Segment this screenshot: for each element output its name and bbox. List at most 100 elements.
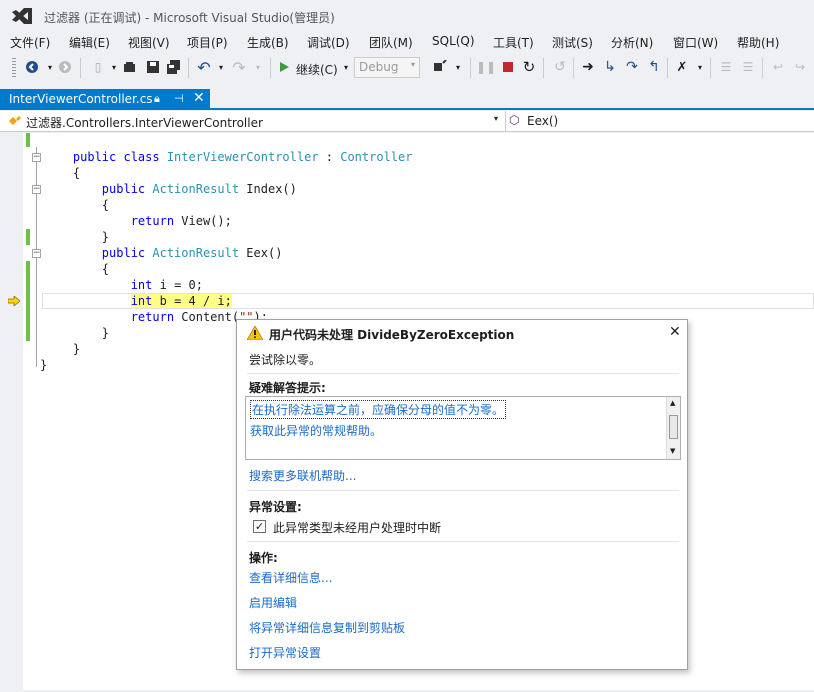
save-all-icon[interactable] (166, 59, 182, 75)
code-line: { (101, 262, 110, 276)
class-icon (9, 116, 21, 125)
visual-studio-window: 过滤器 (正在调试) - Microsoft Visual Studio(管理员… (0, 0, 814, 692)
stop-debugging-icon[interactable] (500, 59, 516, 75)
scroll-thumb[interactable] (669, 415, 678, 439)
menu-analyze[interactable]: 分析(N) (611, 34, 653, 51)
restart-icon[interactable]: ↻ (521, 58, 537, 76)
toolbar-separator (188, 58, 189, 78)
tips-scrollbar[interactable]: ▲ ▼ (666, 397, 680, 459)
current-statement-line: int b = 4 / i; (44, 293, 232, 309)
solution-configuration-value: Debug (359, 60, 399, 74)
navigate-forward-icon[interactable] (57, 59, 73, 75)
code-line: { (72, 166, 81, 180)
current-statement-highlight: int b = 4 / i; (130, 294, 232, 308)
menu-team[interactable]: 团队(M) (369, 34, 413, 51)
back-dropdown-chevron-icon[interactable]: ▾ (42, 59, 58, 75)
step-into-icon[interactable]: ↳ (602, 59, 618, 75)
debug-toolbar: ▾ ❚❚ ↻ ↺ ➜ ↳ ↷ ↰ ✗ ▾ ☰ ☰ ↩ ↪ (420, 54, 814, 82)
member-combo[interactable]: ⬡ Eex() (507, 111, 814, 132)
refresh-icon[interactable]: ↺ (552, 59, 568, 75)
step-out-icon[interactable]: ↰ (646, 59, 662, 75)
align-right-icon[interactable]: ☰ (740, 59, 756, 75)
align-left-icon[interactable]: ☰ (718, 59, 734, 75)
navigate-back-icon[interactable] (24, 59, 40, 75)
toolbar-grip[interactable] (12, 58, 16, 78)
divider (247, 373, 679, 374)
indicator-margin[interactable] (0, 133, 23, 690)
new-project-icon[interactable]: ▯ (90, 59, 106, 75)
menu-build[interactable]: 生成(B) (247, 34, 289, 51)
troubleshooting-tips-list[interactable]: 在执行除法运算之前，应确保分母的值不为零。 获取此异常的常规帮助。 ▲ ▼ (245, 396, 681, 460)
change-marker (26, 261, 30, 341)
menu-edit[interactable]: 编辑(E) (69, 34, 110, 51)
step-over-icon[interactable]: ↷ (624, 59, 640, 75)
undo-dropdown-icon[interactable]: ▾ (213, 59, 229, 75)
menu-project[interactable]: 项目(P) (187, 34, 228, 51)
tip-link-general-help[interactable]: 获取此异常的常规帮助。 (250, 422, 382, 439)
save-icon[interactable] (145, 59, 161, 75)
title-bar: 过滤器 (正在调试) - Microsoft Visual Studio(管理员… (0, 0, 814, 32)
continue-button[interactable]: 继续(C) (296, 61, 338, 78)
search-online-help-link[interactable]: 搜索更多联机帮助... (249, 467, 356, 484)
tab-interviewercontroller[interactable]: InterViewerController.cs 🔒︎ ⊣ ✕ (0, 89, 210, 110)
collapse-eex-icon[interactable]: − (32, 249, 41, 258)
scroll-up-icon[interactable]: ▲ (670, 399, 675, 407)
warning-icon (247, 326, 263, 340)
type-scope-chevron-down-icon: ▾ (494, 114, 499, 123)
comment-icon[interactable]: ↩ (770, 59, 786, 75)
code-line: public ActionResult Index() (101, 182, 297, 196)
collapse-index-icon[interactable]: − (32, 185, 41, 194)
type-scope-combo[interactable]: 过滤器.Controllers.InterViewerController ▾ (2, 111, 506, 132)
break-all-pause-icon[interactable]: ❚❚ (476, 59, 496, 75)
menu-help[interactable]: 帮助(H) (737, 34, 779, 51)
enable-editing-link[interactable]: 启用编辑 (249, 594, 297, 611)
member-value: Eex() (527, 114, 559, 128)
code-line: return Content(""); (130, 310, 268, 324)
open-exception-settings-link[interactable]: 打开异常设置 (249, 644, 321, 661)
toolbar-separator (710, 58, 711, 78)
exception-assistant: 用户代码未处理 DivideByZeroException ✕ 尝试除以零。 疑… (236, 319, 688, 670)
code-line: return View(); (130, 214, 232, 228)
actions-heading: 操作: (249, 551, 278, 565)
break-on-exception-label: 此异常类型未经用户处理时中断 (273, 521, 442, 535)
continue-play-icon[interactable] (276, 59, 292, 75)
uncomment-icon[interactable]: ↪ (792, 59, 808, 75)
view-details-link[interactable]: 查看详细信息... (249, 569, 332, 586)
tip-link-ensure-denominator[interactable]: 在执行除法运算之前，应确保分母的值不为零。 (250, 400, 507, 419)
show-next-statement-icon[interactable]: ➜ (580, 59, 596, 75)
hex-dropdown-icon[interactable]: ▾ (692, 59, 708, 75)
new-project-dropdown-icon[interactable]: ▾ (106, 59, 122, 75)
attach-process-icon[interactable] (432, 59, 448, 75)
attach-dropdown-icon[interactable]: ▾ (450, 59, 466, 75)
collapse-class-icon[interactable]: − (32, 153, 41, 162)
menu-debug[interactable]: 调试(D) (307, 34, 350, 51)
continue-dropdown-icon[interactable]: ▾ (338, 59, 354, 75)
close-icon[interactable]: ✕ (669, 324, 681, 340)
code-line: public class InterViewerController : Con… (72, 150, 413, 164)
troubleshooting-heading: 疑难解答提示: (249, 381, 326, 395)
code-line: } (40, 358, 48, 372)
menu-file[interactable]: 文件(F) (10, 34, 50, 51)
menu-window[interactable]: 窗口(W) (673, 34, 718, 51)
undo-icon[interactable]: ↶ (196, 58, 212, 77)
solution-configuration-combo[interactable]: Debug ▾ (354, 57, 420, 78)
menu-tools[interactable]: 工具(T) (493, 34, 534, 51)
menu-sql[interactable]: SQL(Q) (432, 34, 475, 48)
redo-dropdown-icon[interactable]: ▾ (250, 59, 266, 75)
open-file-icon[interactable] (122, 59, 138, 75)
menu-test[interactable]: 测试(S) (552, 34, 593, 51)
redo-icon[interactable]: ↷ (231, 58, 247, 77)
window-title: 过滤器 (正在调试) - Microsoft Visual Studio(管理员… (44, 11, 335, 25)
code-line: } (101, 230, 110, 244)
lock-icon: 🔒︎ (154, 92, 160, 105)
menu-view[interactable]: 视图(V) (128, 34, 170, 51)
menu-bar: 文件(F) 编辑(E) 视图(V) 项目(P) 生成(B) 调试(D) 团队(M… (0, 32, 814, 52)
pin-tab-icon[interactable]: ⊣ (174, 92, 184, 105)
close-tab-icon[interactable]: ✕ (193, 90, 205, 106)
hex-display-icon[interactable]: ✗ (674, 59, 690, 75)
copy-details-link[interactable]: 将异常详细信息复制到剪贴板 (249, 619, 405, 636)
break-on-exception-checkbox[interactable]: ✓ (253, 520, 266, 533)
type-scope-value: 过滤器.Controllers.InterViewerController (26, 116, 263, 130)
scroll-down-icon[interactable]: ▼ (670, 447, 675, 455)
toolbar-separator (270, 58, 271, 78)
